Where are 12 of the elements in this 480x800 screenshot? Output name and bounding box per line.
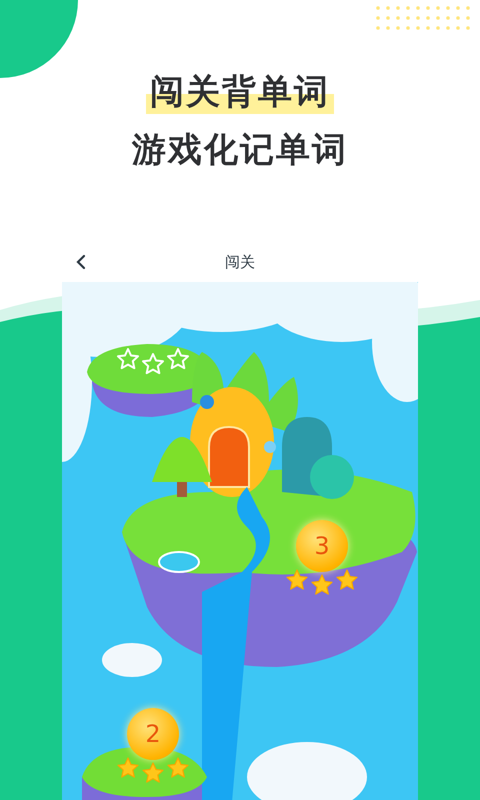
empty-star-icon bbox=[116, 347, 140, 371]
screen-title: 闯关 bbox=[225, 252, 255, 272]
star-icon bbox=[166, 756, 190, 780]
empty-star-icon bbox=[166, 347, 190, 371]
star-icon bbox=[310, 573, 334, 597]
star-icon bbox=[335, 568, 359, 592]
back-icon[interactable] bbox=[74, 254, 88, 270]
headline-text: 游戏化记单词 bbox=[130, 129, 349, 172]
star-icon bbox=[285, 568, 309, 592]
star-icon bbox=[116, 756, 140, 780]
empty-star-icon bbox=[141, 352, 165, 376]
star-icon bbox=[141, 761, 165, 785]
